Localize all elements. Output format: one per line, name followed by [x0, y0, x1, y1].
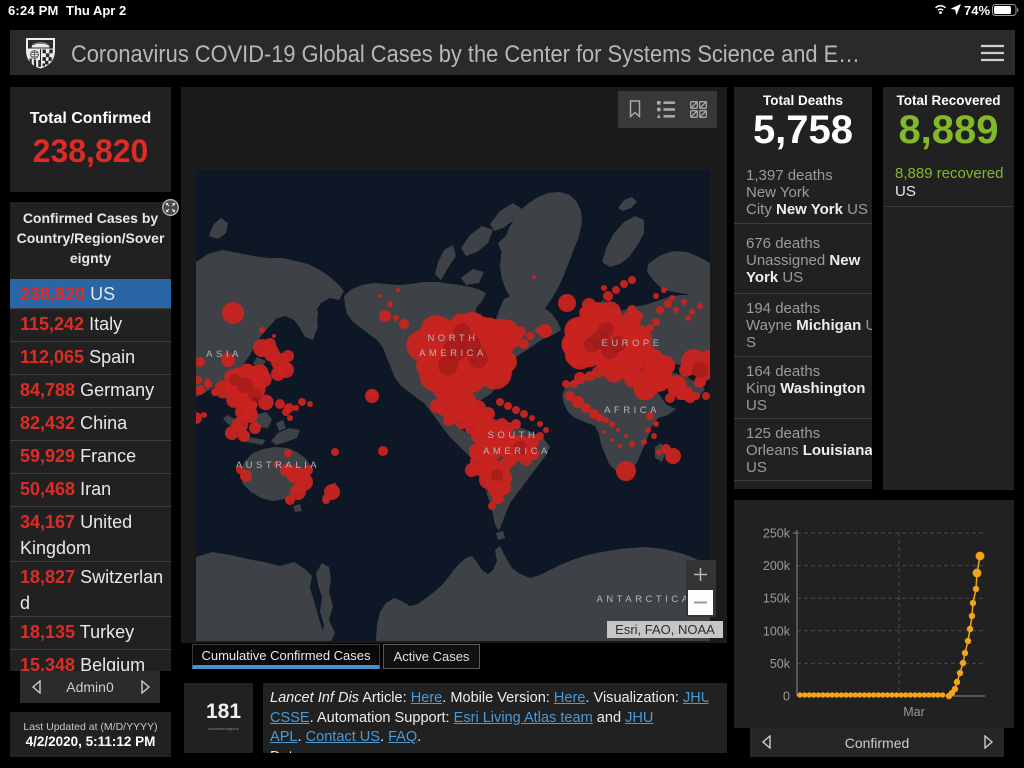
- svg-text:AMERICA: AMERICA: [483, 446, 551, 457]
- svg-text:ASIA: ASIA: [206, 349, 242, 360]
- svg-text:50k: 50k: [770, 657, 791, 671]
- svg-text:Mar: Mar: [903, 705, 925, 719]
- svg-text:SOUTH: SOUTH: [488, 430, 539, 441]
- svg-text:100k: 100k: [763, 624, 791, 638]
- svg-text:EUROPE: EUROPE: [601, 338, 662, 349]
- svg-text:200k: 200k: [763, 559, 791, 573]
- svg-text:ANTARCTICA: ANTARCTICA: [597, 594, 692, 605]
- svg-text:150k: 150k: [763, 592, 791, 606]
- svg-text:250k: 250k: [763, 527, 791, 541]
- svg-text:0: 0: [783, 690, 790, 704]
- svg-text:AMERICA: AMERICA: [419, 348, 487, 359]
- svg-text:NORTH: NORTH: [427, 333, 478, 344]
- svg-text:AUSTRALIA: AUSTRALIA: [236, 460, 320, 471]
- svg-text:AFRICA: AFRICA: [604, 405, 660, 416]
